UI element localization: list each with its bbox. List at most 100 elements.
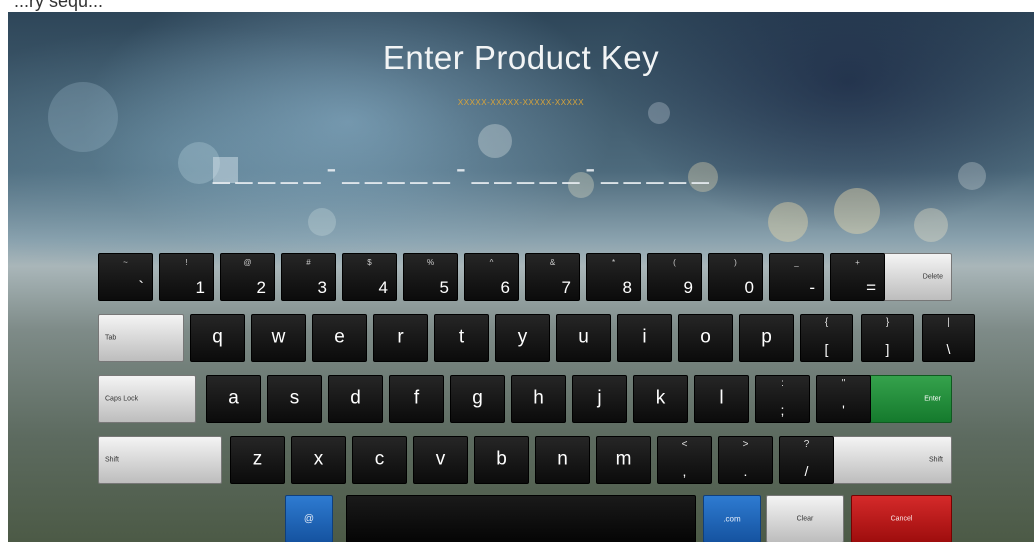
space-key[interactable] [346, 495, 696, 542]
key-row1-1[interactable]: ! 1 [159, 253, 214, 301]
key-row4-sym-2[interactable]: ? / [779, 436, 834, 484]
key-row1-12-label: = [866, 278, 876, 297]
key-u[interactable]: u [556, 314, 611, 362]
key-o-label: o [700, 326, 711, 348]
key-z-label: z [252, 448, 263, 470]
delete-key-label: Delete [922, 273, 943, 281]
key-t-label: t [458, 326, 465, 348]
key-g-label: g [472, 387, 483, 409]
key-row1-0[interactable]: ~ ` [98, 253, 153, 301]
key-y-label: y [517, 326, 528, 348]
key-d[interactable]: d [328, 375, 383, 423]
tab-key[interactable]: Tab [98, 314, 184, 362]
key-b[interactable]: b [474, 436, 529, 484]
key-v[interactable]: v [413, 436, 468, 484]
key-row2-sym-1[interactable]: }] [861, 314, 914, 362]
key-z[interactable]: z [230, 436, 285, 484]
key-f[interactable]: f [389, 375, 444, 423]
key-c-label: c [374, 448, 385, 470]
product-key-field[interactable]: _____-_____-_____-_____ [213, 152, 853, 185]
key-row2-sym-2-shift-label: | [947, 317, 950, 328]
key-f-label: f [413, 387, 420, 409]
key-row1-6[interactable]: ^ 6 [464, 253, 519, 301]
key-x-label: x [313, 448, 324, 470]
key-row1-12[interactable]: + = [830, 253, 885, 301]
key-a[interactable]: a [206, 375, 261, 423]
key-row1-2[interactable]: @2 [220, 253, 275, 301]
key-row1-10-shift-label: ) [734, 258, 737, 267]
key-row1-7[interactable]: & 7 [525, 253, 580, 301]
key-q[interactable]: q [190, 314, 245, 362]
key-w[interactable]: w [251, 314, 306, 362]
bokeh-light [914, 208, 948, 242]
key-row4-sym-0-shift-label: < [681, 439, 688, 450]
key-c[interactable]: c [352, 436, 407, 484]
key-row1-5[interactable]: % 5 [403, 253, 458, 301]
key-row3-sym-1-shift-label: " [841, 378, 846, 389]
key-n[interactable]: n [535, 436, 590, 484]
key-row3-sym-0-shift-label: : [781, 378, 784, 389]
key-d-label: d [350, 387, 361, 409]
key-row1-9-label: 9 [683, 278, 693, 297]
key-k[interactable]: k [633, 375, 688, 423]
key-row2-sym-2[interactable]: | \ [922, 314, 975, 362]
key-row1-2-shift-label: @ [243, 258, 252, 267]
key-row1-9-shift-label: ( [673, 258, 676, 267]
key-p[interactable]: p [739, 314, 794, 362]
key-e[interactable]: e [312, 314, 367, 362]
key-row1-4-shift-label: $ [367, 258, 372, 267]
key-h[interactable]: h [511, 375, 566, 423]
key-row1-1-label: 1 [195, 278, 205, 297]
key-t[interactable]: t [434, 314, 489, 362]
top-caption-strip: ...ry sequ... [0, 0, 1034, 12]
caps-lock-key-label: Caps Lock [105, 395, 139, 403]
key-row4-sym-2-label: / [804, 463, 809, 479]
clear-key[interactable]: Clear [766, 495, 844, 542]
key-row1-10[interactable]: ) 0 [708, 253, 763, 301]
key-format-hint: XXXXX-XXXXX-XXXXX-XXXXX [457, 98, 585, 107]
key-row1-8-label: 8 [622, 278, 632, 297]
key-row4-sym-2-shift-label: ? [803, 439, 810, 450]
key-row1-7-label: 7 [561, 278, 571, 297]
key-x[interactable]: x [291, 436, 346, 484]
key-a-label: a [228, 387, 239, 409]
at-key[interactable]: @ [285, 495, 333, 542]
key-row3-sym-1[interactable]: " ' [816, 375, 871, 423]
caps-lock-key[interactable]: Caps Lock [98, 375, 196, 423]
key-r[interactable]: r [373, 314, 428, 362]
key-row1-5-shift-label: % [426, 258, 435, 267]
key-row4-sym-0[interactable]: <, [657, 436, 712, 484]
key-row1-3[interactable]: #3 [281, 253, 336, 301]
key-s[interactable]: s [267, 375, 322, 423]
key-j[interactable]: j [572, 375, 627, 423]
key-row1-4-label: 4 [378, 278, 388, 297]
key-row1-4[interactable]: $4 [342, 253, 397, 301]
key-o[interactable]: o [678, 314, 733, 362]
key-row1-8[interactable]: * 8 [586, 253, 641, 301]
key-row3-sym-0-label: ; [780, 402, 785, 418]
key-i[interactable]: i [617, 314, 672, 362]
key-row2-sym-2-label: \ [946, 341, 951, 357]
key-y[interactable]: y [495, 314, 550, 362]
shift-left-key[interactable]: Shift [98, 436, 222, 484]
shift-right-key[interactable]: Shift [820, 436, 952, 484]
key-row3-sym-0[interactable]: :; [755, 375, 810, 423]
cancel-key[interactable]: Cancel [851, 495, 952, 542]
shift-left-key-label: Shift [105, 456, 120, 464]
key-l[interactable]: l [694, 375, 749, 423]
key-row4-sym-1[interactable]: >. [718, 436, 773, 484]
key-row1-11[interactable]: _ - [769, 253, 824, 301]
cancel-key-label: Cancel [890, 515, 913, 523]
key-k-label: k [655, 387, 666, 409]
key-row1-9[interactable]: (9 [647, 253, 702, 301]
dotcom-key[interactable]: .com [703, 495, 761, 542]
key-row3-sym-1-label: ' [842, 402, 845, 418]
key-row2-sym-0-label: [ [824, 341, 829, 357]
key-row2-sym-0[interactable]: {[ [800, 314, 853, 362]
key-g[interactable]: g [450, 375, 505, 423]
key-row2-sym-1-shift-label: } [885, 317, 890, 328]
bokeh-light [768, 202, 808, 242]
key-w-label: w [271, 326, 286, 348]
at-key-label: @ [303, 513, 315, 525]
key-m[interactable]: m [596, 436, 651, 484]
